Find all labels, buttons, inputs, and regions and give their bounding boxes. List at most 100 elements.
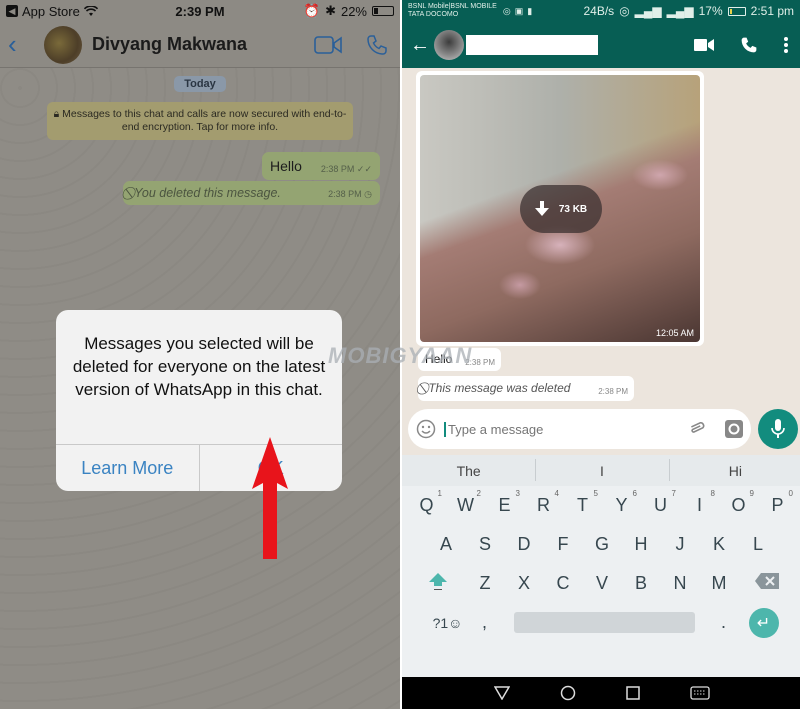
suggestion[interactable]: I	[535, 458, 668, 481]
nav-recents-icon[interactable]	[626, 686, 640, 700]
key-a[interactable]: A	[427, 534, 466, 555]
key-label: Y	[615, 495, 628, 515]
voice-call-icon[interactable]	[366, 34, 388, 56]
lock-icon: 🔒︎	[53, 108, 60, 120]
keyboard-switch-icon[interactable]	[690, 686, 710, 700]
shift-key[interactable]	[410, 571, 466, 596]
suggestion[interactable]: Hi	[668, 458, 800, 481]
key-hint: 0	[788, 489, 793, 498]
key-y[interactable]: Y6	[602, 489, 641, 516]
key-c[interactable]: C	[544, 573, 583, 594]
key-s[interactable]: S	[466, 534, 505, 555]
redacted-contact-name[interactable]	[466, 35, 598, 55]
suggestion[interactable]: The	[402, 463, 535, 479]
nav-home-icon[interactable]	[560, 685, 576, 701]
key-x[interactable]: X	[505, 573, 544, 594]
delete-alert-dialog: Messages you selected will be deleted fo…	[56, 310, 342, 491]
instagram-icon: ▣	[514, 5, 524, 16]
ios-status-bar: ◀ App Store 2:39 PM ⏰ ✱ 22%	[0, 0, 400, 22]
download-icon	[534, 201, 549, 216]
more-options-icon[interactable]	[784, 37, 788, 53]
key-e[interactable]: E3	[485, 489, 524, 516]
battery-percent: 17%	[698, 4, 723, 18]
contact-avatar[interactable]	[44, 25, 82, 64]
wifi-icon	[83, 5, 98, 16]
outgoing-message[interactable]: Hello 2:38 PM ✓✓	[262, 152, 380, 180]
backspace-icon	[754, 573, 779, 589]
key-label: Q	[419, 495, 434, 515]
back-arrow-icon[interactable]: ←	[410, 34, 430, 57]
deleted-message[interactable]: ⃠ You deleted this message. 2:38 PM ◷	[123, 181, 380, 205]
key-l[interactable]: L	[739, 534, 778, 555]
key-label: I	[696, 495, 702, 515]
hotspot-icon: ◎	[502, 5, 511, 16]
back-app-label[interactable]: App Store	[22, 4, 80, 19]
android-chat-header: ←	[402, 22, 800, 68]
emoji-icon[interactable]	[416, 419, 436, 439]
signal-icon: ▂▄▆	[634, 4, 662, 18]
soft-keyboard: The I Hi Q1W2E3R4T5Y6U7I8O9P0 ASDFGHJKL …	[402, 455, 800, 677]
key-w[interactable]: W2	[446, 489, 485, 516]
key-i[interactable]: I8	[680, 489, 719, 516]
attach-icon[interactable]	[687, 419, 707, 439]
key-m[interactable]: M	[700, 573, 739, 594]
deleted-message[interactable]: ⃠ This message was deleted 2:38 PM	[418, 376, 634, 401]
key-n[interactable]: N	[661, 573, 700, 594]
key-d[interactable]: D	[505, 534, 544, 555]
key-hint: 7	[671, 489, 676, 498]
contact-avatar[interactable]	[434, 30, 464, 60]
key-q[interactable]: Q1	[407, 489, 446, 516]
key-u[interactable]: U7	[641, 489, 680, 516]
battery-percent: 22%	[340, 3, 367, 19]
key-j[interactable]: J	[661, 534, 700, 555]
blurred-image-preview[interactable]: 73 KB 12:05 AM	[420, 75, 700, 342]
key-label: U	[654, 495, 667, 515]
contact-name[interactable]: Divyang Makwana	[92, 34, 247, 55]
backspace-key[interactable]	[739, 573, 795, 594]
key-h[interactable]: H	[622, 534, 661, 555]
image-message[interactable]: 73 KB 12:05 AM	[416, 71, 704, 346]
enter-key[interactable]: ↵	[748, 607, 779, 638]
key-v[interactable]: V	[583, 573, 622, 594]
date-chip: Today	[174, 76, 226, 92]
key-hint: 5	[593, 489, 598, 498]
key-hint: 4	[554, 489, 559, 498]
back-to-app-icon[interactable]: ◀	[6, 5, 18, 17]
key-o[interactable]: O9	[719, 489, 758, 516]
key-b[interactable]: B	[622, 573, 661, 594]
double-check-icon: ✓✓	[356, 164, 372, 174]
camera-icon[interactable]	[725, 420, 743, 438]
message-input[interactable]	[444, 421, 687, 437]
back-chevron-icon[interactable]: ‹	[8, 29, 36, 60]
video-call-icon[interactable]	[694, 38, 714, 52]
key-label: O	[731, 495, 746, 515]
alarm-icon: ⏰	[303, 3, 321, 18]
voice-call-icon[interactable]	[740, 36, 758, 54]
learn-more-button[interactable]: Learn More	[56, 445, 199, 491]
key-r[interactable]: R4	[524, 489, 563, 516]
period-key[interactable]: .	[709, 612, 739, 633]
nav-back-icon[interactable]	[494, 686, 510, 700]
key-label: T	[577, 495, 588, 515]
encryption-notice[interactable]: 🔒︎ Messages to this chat and calls are n…	[47, 102, 353, 140]
video-call-icon[interactable]	[314, 35, 342, 54]
battery-icon	[727, 6, 746, 16]
voice-record-button[interactable]	[758, 409, 798, 449]
download-button[interactable]: 73 KB	[520, 185, 602, 233]
key-z[interactable]: Z	[466, 573, 505, 594]
key-t[interactable]: T5	[563, 489, 602, 516]
key-k[interactable]: K	[700, 534, 739, 555]
message-time: 2:38 PM	[598, 387, 628, 396]
carrier-2: TATA DOCOMO	[408, 11, 459, 18]
message-text: Hello	[270, 158, 302, 174]
ios-chat-area: Today 🔒︎ Messages to this chat and calls…	[0, 68, 400, 709]
enter-icon: ↵	[756, 614, 771, 632]
key-hint: 3	[515, 489, 520, 498]
symbols-key[interactable]: ?1☺	[426, 615, 470, 631]
microphone-icon	[771, 419, 785, 438]
key-f[interactable]: F	[544, 534, 583, 555]
comma-key[interactable]: ,	[470, 612, 500, 633]
key-p[interactable]: P0	[758, 489, 797, 516]
space-bar[interactable]	[513, 612, 695, 633]
key-g[interactable]: G	[583, 534, 622, 555]
